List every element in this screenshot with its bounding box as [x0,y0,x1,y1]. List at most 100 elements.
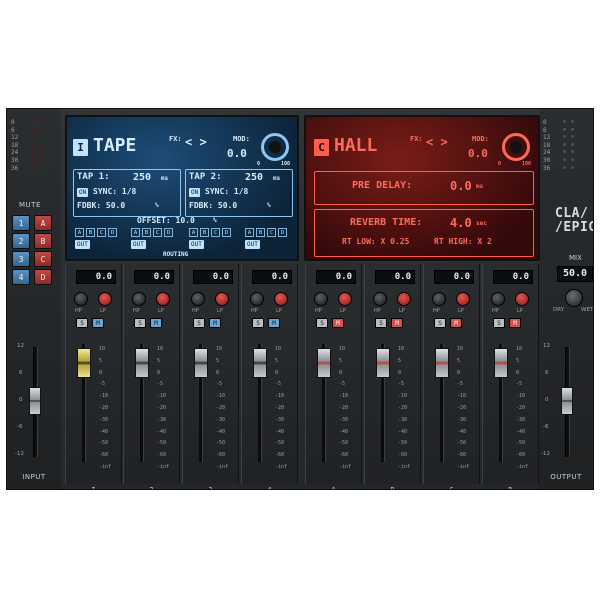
tap1-sync[interactable]: SYNC: 1/8 [93,187,136,196]
channel-name[interactable]: C [424,484,479,489]
mute-button[interactable]: M [332,318,344,328]
rt-high[interactable]: RT HIGH: X 2 [434,237,492,246]
mute-button-b[interactable]: B [34,233,52,249]
mute-button[interactable]: M [450,318,462,328]
channel-name[interactable]: 2 [124,484,179,489]
hp-knob[interactable] [132,292,146,306]
fader-handle[interactable] [194,348,208,378]
mute-button[interactable]: M [150,318,162,328]
route-cell[interactable]: A [131,228,140,237]
route-cell[interactable]: B [86,228,95,237]
solo-button[interactable]: S [493,318,505,328]
fader-handle[interactable] [77,348,91,378]
hp-knob[interactable] [432,292,446,306]
route-out-button[interactable]: OUT [131,240,146,249]
hall-fx-arrows[interactable]: < > [426,135,448,149]
route-cell[interactable]: B [256,228,265,237]
route-cell[interactable]: D [108,228,117,237]
channel-level-display[interactable]: 0.0 [134,270,174,284]
channel-name[interactable]: D [483,484,538,489]
route-cell[interactable]: B [200,228,209,237]
tap1-value[interactable]: 250 [133,172,151,183]
channel-level-display[interactable]: 0.0 [493,270,533,284]
hp-knob[interactable] [191,292,205,306]
route-cell[interactable]: A [245,228,254,237]
solo-button[interactable]: S [375,318,387,328]
offset-value[interactable]: OFFSET: 10.0 [137,216,195,225]
fader-handle[interactable] [376,348,390,378]
route-cell[interactable]: D [164,228,173,237]
hp-knob[interactable] [250,292,264,306]
route-cell[interactable]: C [211,228,220,237]
channel-level-display[interactable]: 0.0 [375,270,415,284]
mute-button-1[interactable]: 1 [12,215,30,231]
hp-knob[interactable] [74,292,88,306]
route-cell[interactable]: A [75,228,84,237]
channel-level-display[interactable]: 0.0 [316,270,356,284]
routing-label[interactable]: ROUTING [163,251,188,258]
fader-handle[interactable] [435,348,449,378]
fader-handle[interactable] [135,348,149,378]
lp-knob[interactable] [338,292,352,306]
solo-button[interactable]: S [193,318,205,328]
lp-knob[interactable] [397,292,411,306]
predelay-value[interactable]: 0.0 [450,179,472,193]
output-fader-handle[interactable] [561,387,573,415]
channel-name[interactable]: B [365,484,420,489]
tap2-sync-on[interactable]: ON [189,188,201,197]
route-cell[interactable]: D [222,228,231,237]
route-cell[interactable]: A [189,228,198,237]
hp-knob[interactable] [373,292,387,306]
rt-low[interactable]: RT LOW: X 0.25 [342,237,409,246]
mute-button[interactable]: M [92,318,104,328]
route-out-button[interactable]: OUT [245,240,260,249]
lp-knob[interactable] [215,292,229,306]
solo-button[interactable]: S [76,318,88,328]
channel-name[interactable]: A [306,484,361,489]
solo-button[interactable]: S [316,318,328,328]
mute-button-2[interactable]: 2 [12,233,30,249]
mute-button-a[interactable]: A [34,215,52,231]
route-out-button[interactable]: OUT [75,240,90,249]
mute-button[interactable]: M [509,318,521,328]
lp-knob[interactable] [456,292,470,306]
mute-button[interactable]: M [391,318,403,328]
tape-fx-arrows[interactable]: < > [185,135,207,149]
lp-knob[interactable] [98,292,112,306]
tap2-value[interactable]: 250 [245,172,263,183]
mute-button-4[interactable]: 4 [12,269,30,285]
solo-button[interactable]: S [434,318,446,328]
channel-level-display[interactable]: 0.0 [193,270,233,284]
channel-level-display[interactable]: 0.0 [76,270,116,284]
hp-knob[interactable] [314,292,328,306]
lp-knob[interactable] [274,292,288,306]
fader-handle[interactable] [494,348,508,378]
route-cell[interactable]: B [142,228,151,237]
mute-button[interactable]: M [209,318,221,328]
channel-level-display[interactable]: 0.0 [434,270,474,284]
channel-name[interactable]: 4 [242,484,297,489]
mute-button-c[interactable]: C [34,251,52,267]
route-cell[interactable]: C [267,228,276,237]
lp-knob[interactable] [156,292,170,306]
solo-button[interactable]: S [134,318,146,328]
fader-handle[interactable] [317,348,331,378]
mix-value[interactable]: 50.0 [557,266,593,282]
solo-button[interactable]: S [252,318,264,328]
channel-level-display[interactable]: 0.0 [252,270,292,284]
route-cell[interactable]: D [278,228,287,237]
tape-mod-knob[interactable] [261,133,289,161]
lp-knob[interactable] [515,292,529,306]
route-cell[interactable]: C [97,228,106,237]
hp-knob[interactable] [491,292,505,306]
tap1-fdbk[interactable]: FDBK: 50.0 [77,201,125,210]
input-fader-handle[interactable] [29,387,41,415]
tap1-sync-on[interactable]: ON [77,188,89,197]
route-out-button[interactable]: OUT [189,240,204,249]
mute-button-3[interactable]: 3 [12,251,30,267]
tap2-fdbk[interactable]: FDBK: 50.0 [189,201,237,210]
mute-button[interactable]: M [268,318,280,328]
mute-button-d[interactable]: D [34,269,52,285]
hall-mod-knob[interactable] [502,133,530,161]
mix-knob[interactable] [565,289,583,307]
